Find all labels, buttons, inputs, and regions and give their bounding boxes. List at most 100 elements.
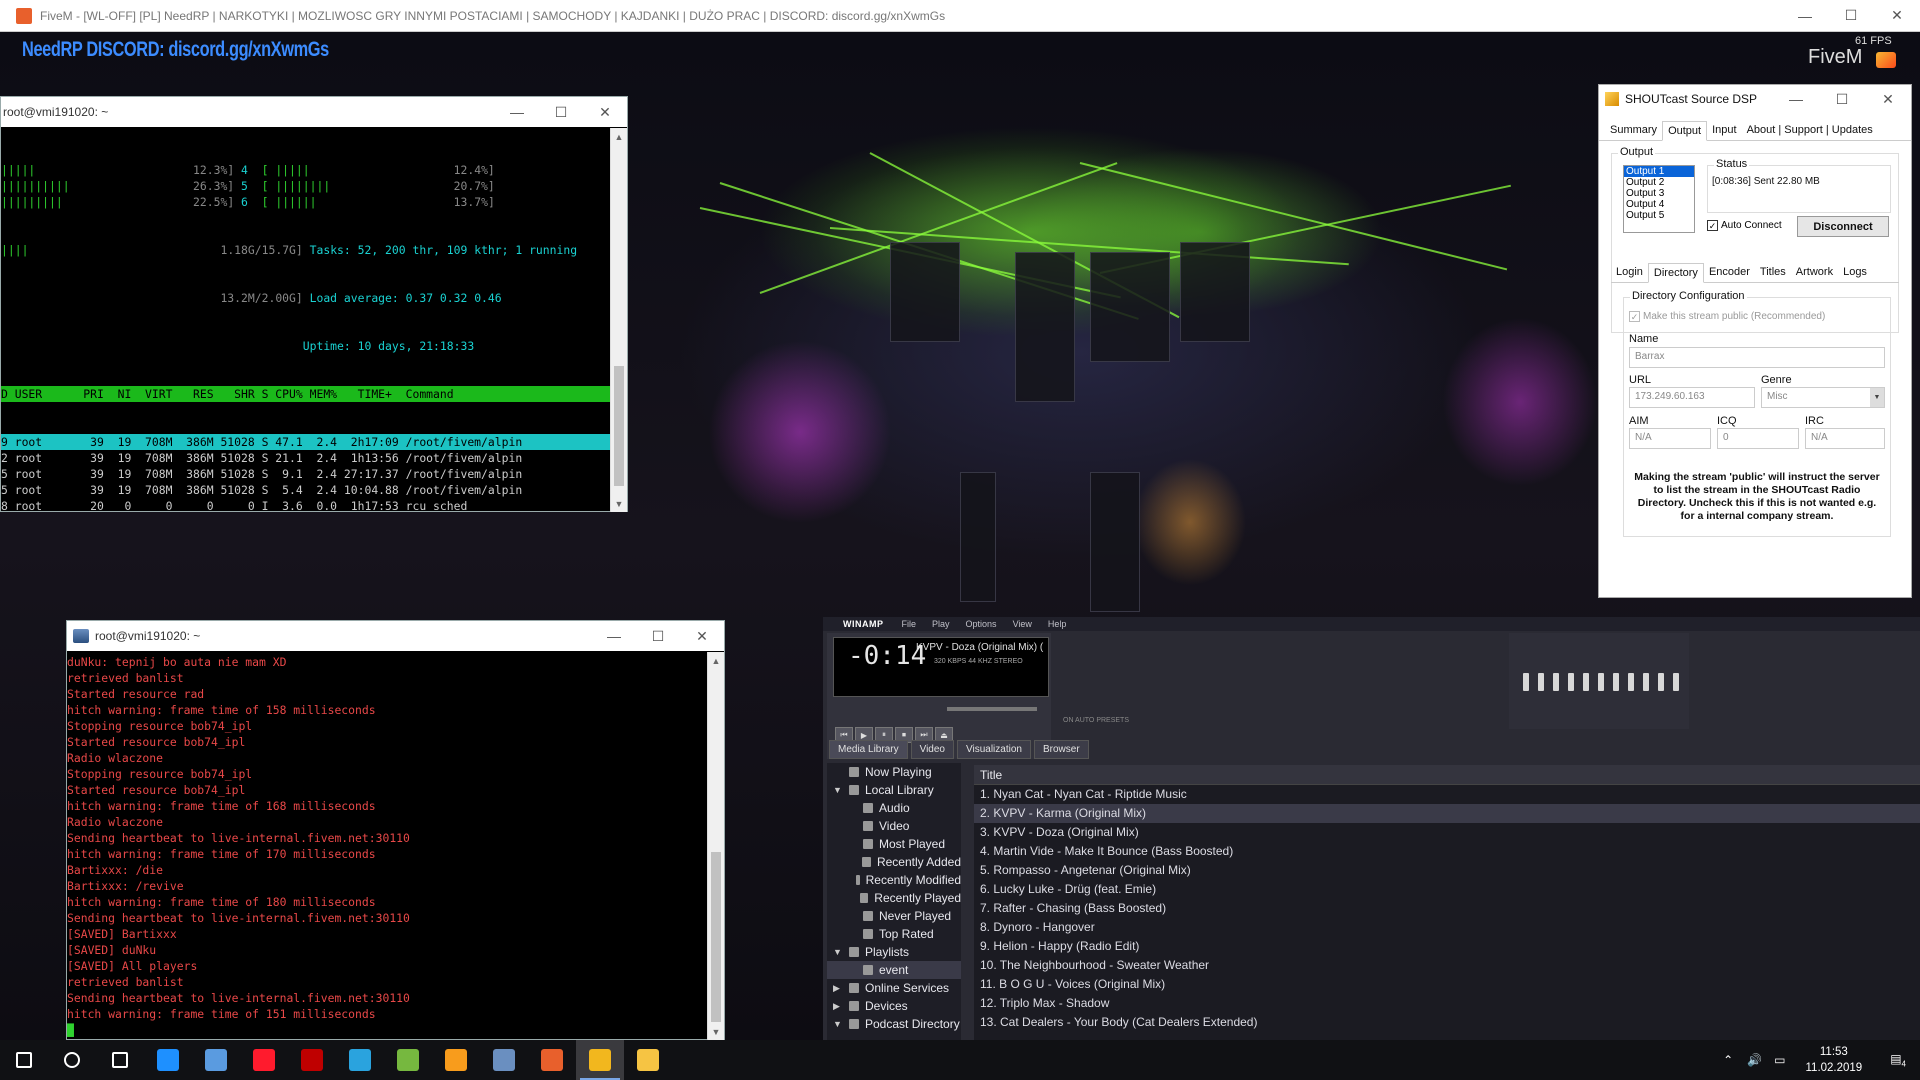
eq-slider[interactable] <box>1583 673 1589 691</box>
eq-slider[interactable] <box>1673 673 1679 691</box>
output-list-item[interactable]: Output 4 <box>1624 199 1694 210</box>
scroll-thumb[interactable] <box>711 852 721 1022</box>
htop-titlebar[interactable]: root@vmi191020: ~ — ☐ ✕ <box>1 97 627 127</box>
fivem-titlebar[interactable]: FiveM - [WL-OFF] [PL] NeedRP | NARKOTYKI… <box>0 0 1920 32</box>
htop-putty-window[interactable]: root@vmi191020: ~ — ☐ ✕ ||||| 12.3%] 4 [… <box>0 96 628 512</box>
tab-browser[interactable]: Browser <box>1033 740 1089 759</box>
console-putty-window[interactable]: root@vmi191020: ~ — ☐ ✕ duNku: tepnij bo… <box>66 620 725 1040</box>
eq-slider[interactable] <box>1613 673 1619 691</box>
start-taskbar-button[interactable] <box>0 1040 48 1080</box>
process-table-header[interactable]: D USER PRI NI VIRT RES SHR S CPU% MEM% T… <box>1 386 611 402</box>
tab-visualization[interactable]: Visualization <box>957 740 1031 759</box>
playlist-track[interactable]: 9. Helion - Happy (Radio Edit) <box>974 937 1920 956</box>
irc-field[interactable]: N/A <box>1805 428 1885 449</box>
sublime-taskbar-button[interactable] <box>432 1040 480 1080</box>
process-row[interactable]: 2 root 39 19 708M 386M 51028 S 21.1 2.4 … <box>1 450 611 466</box>
library-tree-item[interactable]: Audio <box>827 799 961 817</box>
library-tree-item[interactable]: ▼ Podcast Directory <box>827 1015 961 1033</box>
library-tree-item[interactable]: ▶ Devices <box>827 997 961 1015</box>
maximize-button[interactable]: ☐ <box>636 621 680 651</box>
output-list-item[interactable]: Output 5 <box>1624 210 1694 221</box>
subtab-artwork[interactable]: Artwork <box>1791 263 1838 282</box>
library-tree-item[interactable]: Video <box>827 817 961 835</box>
scroll-down-arrow[interactable]: ▼ <box>708 1023 724 1040</box>
menu-view[interactable]: View <box>1005 619 1040 629</box>
library-tree-item[interactable]: Top Rated <box>827 925 961 943</box>
menu-help[interactable]: Help <box>1040 619 1075 629</box>
putty-taskbar-button[interactable] <box>480 1040 528 1080</box>
menu-file[interactable]: File <box>894 619 925 629</box>
windows-taskbar[interactable]: ⌃ 🔊 ▭ 11:53 11.02.2019 ▤4 <box>0 1040 1920 1080</box>
playlist-track[interactable]: 10. The Neighbourhood - Sweater Weather <box>974 956 1920 975</box>
shoutcast-main-tabs[interactable]: Summary Output Input About | Support | Upda… <box>1599 121 1911 141</box>
eq-slider[interactable] <box>1628 673 1634 691</box>
library-tree-item[interactable]: ▶ Online Services <box>827 979 961 997</box>
system-tray[interactable]: ⌃ 🔊 ▭ 11:53 11.02.2019 ▤4 <box>1715 1040 1920 1080</box>
playlist-title-column-header[interactable]: Title <box>974 765 1920 785</box>
chevron-up-icon[interactable]: ⌃ <box>1715 1053 1741 1067</box>
library-tree-item[interactable]: Recently Added <box>827 853 961 871</box>
mail-taskbar-button[interactable] <box>192 1040 240 1080</box>
scroll-down-arrow[interactable]: ▼ <box>611 495 627 512</box>
close-button[interactable]: ✕ <box>680 621 724 651</box>
edge-taskbar-button[interactable] <box>144 1040 192 1080</box>
playlist[interactable]: Title 1. Nyan Cat - Nyan Cat - Riptide M… <box>974 765 1920 1040</box>
winamp-window[interactable]: WINAMP File Play Options View Help -0:14 KVP… <box>823 617 1920 1040</box>
process-row[interactable]: 5 root 39 19 708M 386M 51028 S 9.1 2.4 2… <box>1 466 611 482</box>
tab-output[interactable]: Output <box>1662 121 1708 141</box>
playlist-track[interactable]: 7. Rafter - Chasing (Bass Boosted) <box>974 899 1920 918</box>
playlist-track[interactable]: 13. Cat Dealers - Your Body (Cat Dealers… <box>974 1013 1920 1032</box>
subtab-logs[interactable]: Logs <box>1838 263 1872 282</box>
explorer-taskbar-button[interactable] <box>624 1040 672 1080</box>
playlist-track[interactable]: 1. Nyan Cat - Nyan Cat - Riptide Music <box>974 785 1920 804</box>
playlist-track[interactable]: 2. KVPV - Karma (Original Mix) <box>974 804 1920 823</box>
playlist-track[interactable]: 8. Dynoro - Hangover <box>974 918 1920 937</box>
eq-slider[interactable] <box>1553 673 1559 691</box>
output-list-item[interactable]: Output 1 <box>1624 166 1694 177</box>
menu-options[interactable]: Options <box>958 619 1005 629</box>
scroll-thumb[interactable] <box>614 366 624 486</box>
eq-slider[interactable] <box>1568 673 1574 691</box>
filezilla-taskbar-button[interactable] <box>288 1040 336 1080</box>
scroll-up-arrow[interactable]: ▲ <box>708 652 724 669</box>
subtab-titles[interactable]: Titles <box>1755 263 1791 282</box>
eq-slider[interactable] <box>1538 673 1544 691</box>
eq-slider[interactable] <box>1643 673 1649 691</box>
eq-slider[interactable] <box>1598 673 1604 691</box>
clock[interactable]: 11:53 11.02.2019 <box>1792 1044 1877 1076</box>
icq-field[interactable]: 0 <box>1717 428 1799 449</box>
network-icon[interactable]: ▭ <box>1768 1053 1791 1067</box>
process-row[interactable]: 8 root 20 0 0 0 0 I 3.6 0.0 1h17:53 rcu_… <box>1 498 611 512</box>
playlist-track[interactable]: 4. Martin Vide - Make It Bounce (Bass Bo… <box>974 842 1920 861</box>
utorrent-taskbar-button[interactable] <box>384 1040 432 1080</box>
close-button[interactable]: ✕ <box>583 97 627 127</box>
url-field[interactable]: 173.249.60.163 <box>1629 387 1755 408</box>
subtab-login[interactable]: Login <box>1611 263 1648 282</box>
library-tree-item[interactable]: Recently Played <box>827 889 961 907</box>
menu-play[interactable]: Play <box>924 619 958 629</box>
output-list[interactable]: Output 1 Output 2 Output 3 Output 4 Output 5 <box>1623 165 1695 233</box>
minimize-button[interactable]: — <box>592 621 636 651</box>
scroll-up-arrow[interactable]: ▲ <box>611 128 627 145</box>
tree-arrow-icon[interactable]: ▼ <box>833 947 845 957</box>
tab-input[interactable]: Input <box>1707 121 1741 140</box>
telegram-taskbar-button[interactable] <box>336 1040 384 1080</box>
playlist-track[interactable]: 5. Rompasso - Angetenar (Original Mix) <box>974 861 1920 880</box>
genre-select[interactable]: Misc ▼ <box>1761 387 1885 408</box>
minimize-button[interactable]: — <box>1773 85 1819 113</box>
server-console-output[interactable]: duNku: tepnij bo auta nie mam XD retrieve… <box>67 652 707 1040</box>
playback-time[interactable]: -0:14 <box>848 641 926 671</box>
fivem-taskbar-button[interactable] <box>528 1040 576 1080</box>
name-field[interactable]: Barrax <box>1629 347 1885 368</box>
make-public-checkbox[interactable]: ✓ Make this stream public (Recommended) <box>1629 311 1825 322</box>
tab-about[interactable]: About | Support | Updates <box>1742 121 1878 140</box>
tab-summary[interactable]: Summary <box>1605 121 1662 140</box>
task-view-taskbar-button[interactable] <box>96 1040 144 1080</box>
chevron-down-icon[interactable]: ▼ <box>1870 388 1884 407</box>
playlist-track[interactable]: 3. KVPV - Doza (Original Mix) <box>974 823 1920 842</box>
maximize-button[interactable]: ☐ <box>539 97 583 127</box>
volume-icon[interactable]: 🔊 <box>1741 1053 1768 1067</box>
eq-slider[interactable] <box>1523 673 1529 691</box>
opera-taskbar-button[interactable] <box>240 1040 288 1080</box>
output-list-item[interactable]: Output 2 <box>1624 177 1694 188</box>
